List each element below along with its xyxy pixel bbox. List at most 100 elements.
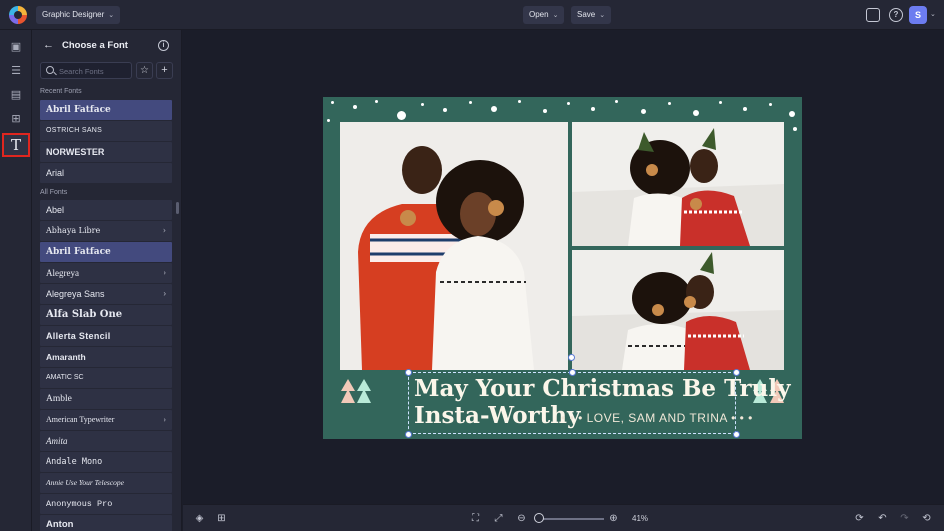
image-icon[interactable]: ▣ [9,41,23,53]
resize-handle[interactable] [405,369,412,376]
snow-dot [769,103,772,106]
font-name: Alfa Slab One [46,309,123,320]
open-menu-button[interactable]: Open ⌄ [523,6,565,24]
recent-font-item[interactable]: NORWESTER [40,142,172,162]
font-name: Abhaya Libre [46,226,101,235]
zoom-out-icon[interactable]: ⊖ [515,512,528,525]
font-name: AMATIC SC [46,374,84,381]
font-panel: ← Choose a Font i ☆ + Recent Fonts Abril… [32,30,182,531]
adjustments-icon[interactable]: ☰ [9,65,23,77]
recent-font-item[interactable]: OSTRICH SANS [40,121,172,141]
chevron-right-icon[interactable]: › [163,284,166,304]
history-icon[interactable]: ⟲ [920,512,933,525]
zoom-level[interactable]: 41% [632,514,648,523]
font-item[interactable]: Amaranth [40,347,172,367]
undo-icon[interactable]: ↶ [876,512,889,525]
font-item[interactable]: Abril Fatface [40,242,172,262]
font-item[interactable]: Amble [40,389,172,409]
font-item[interactable]: Alegreya Sans › [40,284,172,304]
resize-handle[interactable] [733,369,740,376]
snow-dot [353,105,357,109]
font-item[interactable]: Abel [40,200,172,220]
zoom-in-icon[interactable]: ⊕ [607,512,620,525]
font-item[interactable]: Abhaya Libre › [40,221,172,241]
font-item[interactable]: Allerta Stencil [40,326,172,346]
chevron-right-icon[interactable]: › [163,263,166,283]
panel-scrollbar[interactable] [176,202,179,214]
chevron-down-icon: ⌄ [108,12,115,19]
resize-handle[interactable] [405,431,412,438]
avatar[interactable]: S [909,6,927,24]
chevron-right-icon[interactable]: › [163,221,166,241]
add-font-button[interactable]: + [156,62,173,79]
help-icon[interactable]: ? [889,8,903,22]
snow-dot [743,107,747,111]
snow-dot [397,111,406,120]
selection-box[interactable] [408,372,736,434]
graphics-icon[interactable]: ⊞ [9,113,23,125]
font-name: Annie Use Your Telescope [46,478,124,487]
app-logo-icon[interactable] [9,6,27,24]
save-menu-button[interactable]: Save ⌄ [571,6,612,24]
snow-dot [543,109,547,113]
font-name: Amaranth [46,352,86,362]
font-item[interactable]: Anonymous Pro [40,494,172,514]
resize-handle[interactable] [569,369,576,376]
search-input[interactable] [59,65,129,77]
font-search[interactable] [40,62,132,79]
redo-icon[interactable]: ↷ [898,512,911,525]
grid-icon[interactable]: ⊞ [215,512,228,525]
snow-dot [491,106,497,112]
zoom-slider[interactable] [540,518,604,520]
snow-dot [789,111,795,117]
chevron-right-icon[interactable]: › [163,410,166,430]
snow-dot [331,101,334,104]
font-name: Anonymous Pro [46,499,113,509]
font-item[interactable]: Alegreya › [40,263,172,283]
resize-handle[interactable] [733,431,740,438]
snow-dot [591,107,595,111]
photo-main[interactable] [340,122,568,370]
comments-icon[interactable] [866,8,880,22]
snow-dot [567,102,570,105]
layers-icon[interactable]: ◈ [193,512,206,525]
chevron-down-icon[interactable]: ⌄ [930,10,936,18]
fit-screen-icon[interactable]: ⛶ [469,512,482,525]
font-item[interactable]: AMATIC SC [40,368,172,388]
font-name: Anton [46,519,74,530]
photo-bottom-right[interactable] [572,250,784,370]
text-tool-icon[interactable]: T [2,133,30,157]
font-name: Andale Mono [46,457,103,467]
font-name: Alegreya Sans [46,289,105,299]
font-item[interactable]: Annie Use Your Telescope [40,473,172,493]
recent-font-item[interactable]: Abril Fatface [40,100,172,120]
rotate-icon[interactable]: ⟳ [853,512,866,525]
workspace-label: Graphic Designer [42,10,105,19]
open-label: Open [529,10,549,19]
actual-size-icon[interactable]: ⤢ [492,512,505,525]
font-name: Allerta Stencil [46,331,111,341]
font-item[interactable]: Amita [40,431,172,451]
zoom-slider-handle[interactable] [534,513,544,523]
info-icon[interactable]: i [158,40,169,51]
recent-fonts-label: Recent Fonts [40,88,82,95]
tool-rail: ▣ ☰ ▤ ⊞ T [0,30,32,531]
layout-icon[interactable]: ▤ [9,89,23,101]
font-name: Alegreya [46,268,79,278]
favorites-button[interactable]: ☆ [136,62,153,79]
back-arrow-icon[interactable]: ← [43,39,54,51]
recent-font-item[interactable]: Arial [40,163,172,183]
photo-top-right[interactable] [572,122,784,246]
workspace-selector[interactable]: Graphic Designer ⌄ [36,6,121,24]
snow-dot [641,109,646,114]
resize-handle[interactable] [568,354,575,361]
panel-header: ← Choose a Font i [32,30,181,60]
snow-dot [327,119,330,122]
font-item[interactable]: Alfa Slab One [40,305,172,325]
design-canvas[interactable]: May Your Christmas Be Truly Insta-Worthy… [323,97,802,439]
photo-couple-laughing [572,250,784,370]
font-item[interactable]: American Typewriter › [40,410,172,430]
font-item[interactable]: Andale Mono [40,452,172,472]
snow-dot [793,127,797,131]
font-item[interactable]: Anton [40,515,172,531]
